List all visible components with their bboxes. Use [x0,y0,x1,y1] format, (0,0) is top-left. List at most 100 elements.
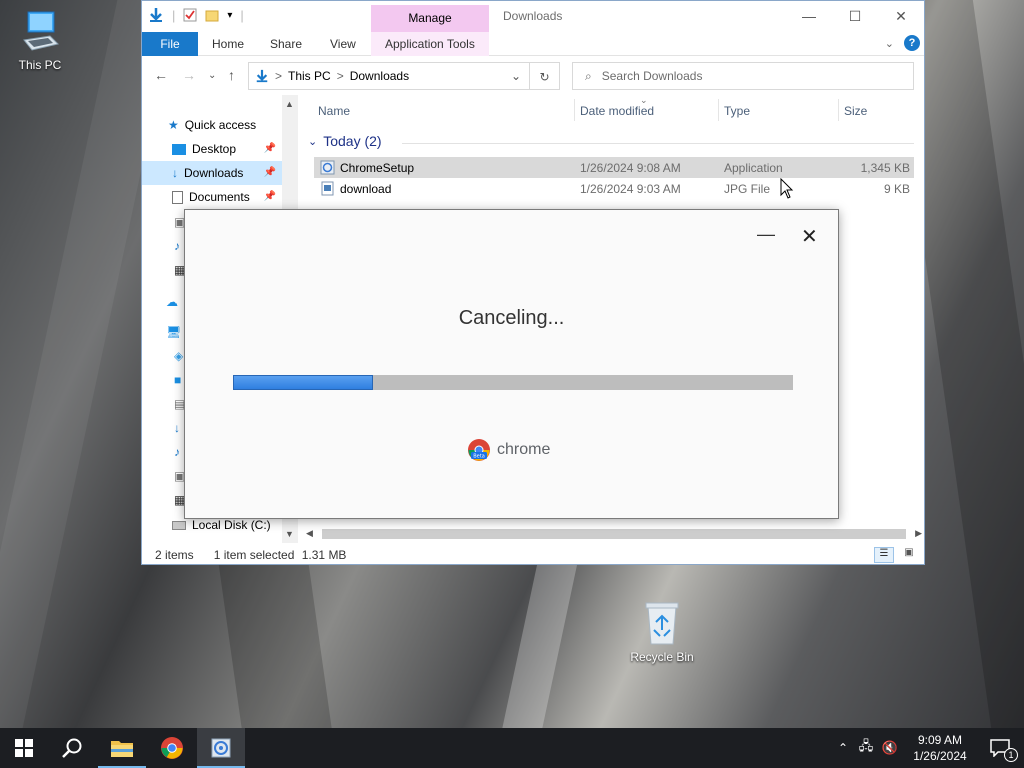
installer-progress-bar [233,375,793,390]
address-dropdown-icon[interactable]: ⌄ [511,69,521,83]
status-bar: 2 items 1 item selected 1.31 MB ☰ ▣ [142,545,924,565]
desktop-icon-this-pc[interactable]: This PC [2,10,78,72]
nav-quick-access[interactable]: ★ Quick access [142,113,282,137]
desktop-small-icon[interactable]: ■ [174,373,181,387]
close-icon[interactable]: ✕ [878,1,924,32]
column-header-date[interactable]: Date modified [580,104,654,118]
table-row[interactable]: download 1/26/2024 9:03 AM JPG File 9 KB [314,178,914,199]
start-button[interactable] [0,728,48,768]
tab-view[interactable]: View [330,32,356,56]
volume-muted-icon[interactable]: 🔇 [878,740,902,756]
taskbar-file-explorer[interactable] [98,728,146,768]
download-arrow-icon[interactable] [148,7,164,23]
installer-status-message: Canceling... [458,307,565,329]
customize-qat-icon[interactable]: ▾ [227,10,232,21]
column-separator [838,99,839,121]
ribbon-expand-icon[interactable]: ⌄ [885,37,894,50]
maximize-icon[interactable]: ☐ [832,1,878,32]
nav-downloads[interactable]: ↓ Downloads 📌 [142,161,282,185]
scroll-up-icon[interactable]: ▲ [285,99,294,109]
search-button[interactable] [48,728,96,768]
chrome-installer-dialog: — ✕ Canceling... Beta chrome [184,209,839,519]
file-date: 1/26/2024 9:08 AM [580,160,681,175]
explorer-titlebar: | ▾ | Manage Downloads — ☐ ✕ [142,1,924,32]
onedrive-icon[interactable]: ☁ [166,295,178,309]
file-type: JPG File [724,181,771,196]
nav-label: Desktop [192,142,237,156]
tab-application-tools[interactable]: Application Tools [371,32,489,56]
column-separator [718,99,719,121]
chrome-wordmark: chrome [497,441,551,458]
new-folder-icon[interactable] [205,8,219,22]
system-tray: ⌃ 🖧 🔇 9:09 AM 1/26/2024 1 [832,728,1024,768]
large-icons-view-icon[interactable]: ▣ [900,547,918,563]
installer-close-icon[interactable]: ✕ [801,224,818,249]
taskbar-chrome[interactable] [148,728,196,768]
column-header-name[interactable]: Name [318,104,350,118]
details-view-icon[interactable]: ☰ [874,547,894,563]
downloads-small-icon[interactable]: ↓ [174,421,180,435]
tab-home[interactable]: Home [212,32,244,56]
star-icon: ★ [168,118,179,132]
address-row: ← → ⌄ ↑ > This PC > Downloads ⌄ ↻ ⌕ Sear… [142,57,924,95]
beta-badge: Beta [473,454,485,460]
collapse-chevron-icon[interactable]: ⌄ [308,135,317,148]
group-divider [402,143,914,144]
tab-file[interactable]: File [142,32,198,56]
properties-icon[interactable] [183,8,197,22]
this-pc-icon[interactable]: 🖥 [166,325,181,339]
installer-minimize-icon[interactable]: — [757,224,775,245]
action-center-button[interactable]: 1 [978,728,1024,768]
back-arrow-icon[interactable]: ← [154,67,168,83]
show-hidden-icons-icon[interactable]: ⌃ [832,741,854,755]
group-header-today[interactable]: ⌄ Today (2) [308,133,382,149]
pin-icon: 📌 [263,143,276,154]
scrollbar-thumb[interactable] [322,529,906,539]
column-header-type[interactable]: Type [724,104,750,118]
recent-locations-icon[interactable]: ⌄ [208,70,216,81]
manage-tab[interactable]: Manage [371,5,489,32]
nav-desktop[interactable]: Desktop 📌 [142,137,282,161]
tab-share[interactable]: Share [270,32,302,56]
clock[interactable]: 9:09 AM 1/26/2024 [902,732,978,764]
file-name: ChromeSetup [340,160,415,175]
scroll-right-icon[interactable]: ▶ [915,528,922,539]
taskbar-chrome-installer[interactable] [197,728,245,768]
network-icon[interactable]: 🖧 [854,737,878,759]
horizontal-scrollbar[interactable]: ◀ ▶ [302,525,926,543]
breadcrumb-downloads[interactable]: Downloads [350,69,409,83]
help-icon[interactable]: ? [904,35,920,51]
search-box[interactable]: ⌕ Search Downloads [572,62,914,90]
ribbon-right-controls: ⌄ ? [885,35,920,51]
drive-icon [172,520,186,530]
refresh-icon[interactable]: ↻ [530,62,560,90]
notification-count-badge: 1 [1004,748,1018,762]
music-icon[interactable]: ♪ [174,239,180,253]
scroll-down-icon[interactable]: ▼ [285,529,294,539]
column-separator [574,99,575,121]
image-file-icon [321,181,334,196]
file-size: 1,345 KB [860,160,910,175]
file-date: 1/26/2024 9:03 AM [580,181,681,196]
address-bar[interactable]: > This PC > Downloads ⌄ [248,62,530,90]
up-arrow-icon[interactable]: ↑ [228,67,235,83]
nav-documents[interactable]: Documents 📌 [142,185,282,209]
windows-logo-icon [15,739,33,757]
breadcrumb-this-pc[interactable]: This PC [288,69,331,83]
scroll-left-icon[interactable]: ◀ [306,528,313,539]
forward-arrow-icon[interactable]: → [182,67,196,83]
mouse-cursor-icon [780,178,794,199]
taskbar: ⌃ 🖧 🔇 9:09 AM 1/26/2024 1 [0,728,1024,768]
column-header-size[interactable]: Size [844,104,867,118]
3d-objects-icon[interactable]: ◈ [174,349,183,363]
nav-label: Downloads [184,166,244,180]
music-small-icon[interactable]: ♪ [174,445,180,459]
chrome-beta-logo-icon: Beta [468,439,490,461]
file-name: download [340,181,392,196]
minimize-icon[interactable]: — [786,1,832,32]
this-pc-label: This PC [18,58,62,72]
pin-icon: 📌 [263,191,276,202]
table-row[interactable]: ChromeSetup 1/26/2024 9:08 AM Applicatio… [314,157,914,178]
ribbon-tabs: File Home Share View Application Tools ⌄… [142,32,924,56]
desktop-icon-recycle-bin[interactable]: Recycle Bin [624,602,700,664]
